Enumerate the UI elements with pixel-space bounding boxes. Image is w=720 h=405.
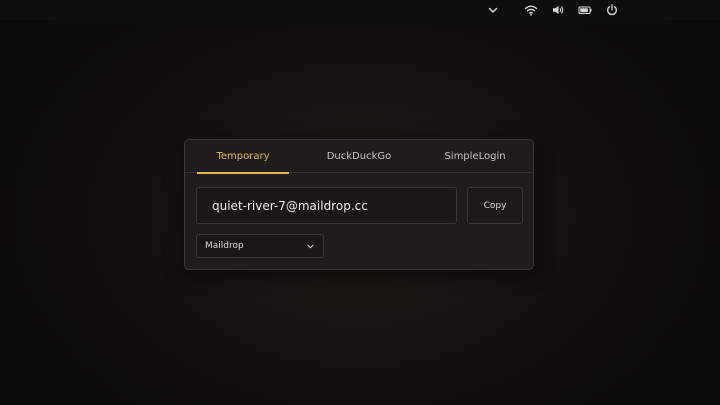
tab-simplelogin[interactable]: SimpleLogin (417, 140, 533, 173)
provider-tabs: Temporary DuckDuckGo SimpleLogin (185, 140, 533, 174)
top-bar (0, 0, 720, 20)
power-icon[interactable] (605, 3, 619, 17)
email-address-value: quiet-river-7@maildrop.cc (212, 198, 368, 213)
tab-temporary[interactable]: Temporary (185, 140, 301, 174)
tab-duckduckgo[interactable]: DuckDuckGo (301, 140, 417, 173)
battery-icon[interactable] (578, 3, 592, 17)
email-address-field[interactable]: quiet-river-7@maildrop.cc (196, 187, 457, 224)
volume-icon[interactable] (551, 3, 565, 17)
chevron-down-icon[interactable] (486, 3, 500, 17)
chevron-down-icon (306, 242, 315, 251)
provider-select-value: Maildrop (205, 241, 244, 251)
provider-select[interactable]: Maildrop (196, 234, 324, 258)
email-generator-panel: Temporary DuckDuckGo SimpleLogin quiet-r… (184, 139, 534, 270)
copy-button[interactable]: Copy (467, 187, 523, 224)
wifi-icon[interactable] (524, 3, 538, 17)
